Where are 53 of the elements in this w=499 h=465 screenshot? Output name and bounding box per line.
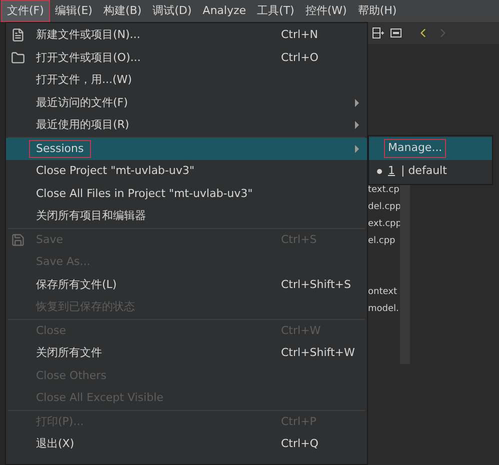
menu-bar-item[interactable]: 工具(T)	[252, 1, 300, 21]
file-name[interactable]: text.cp	[368, 182, 400, 199]
menu-item-label: 关闭所有项目和编辑器	[35, 208, 147, 224]
menu-bar-item[interactable]: 文件(F)	[2, 1, 49, 21]
menu-item-label: 关闭所有文件	[35, 345, 103, 361]
menu-item-label: 新建文件或项目(N)...	[35, 27, 142, 43]
shortcut-label: Ctrl+Shift+W	[281, 345, 356, 361]
menu-item-label: 退出(X)	[35, 436, 76, 452]
folder-icon	[11, 50, 25, 65]
menu-item-label: 打开文件，用...(W)	[35, 72, 133, 88]
menu-item[interactable]: Close Project "mt-uvlab-uv3"	[6, 160, 367, 182]
menu-item[interactable]: 新建文件或项目(N)... Ctrl+N	[6, 24, 367, 46]
menu-item[interactable]: 打开文件，用...(W)	[6, 69, 367, 92]
menu-item[interactable]: 最近使用的项目(R)	[6, 114, 367, 136]
shortcut-label: Ctrl+Q	[281, 436, 320, 452]
menu-item-label: 最近使用的项目(R)	[35, 117, 130, 133]
menu-item-label: Close All Files in Project "mt-uvlab-uv3"	[35, 186, 254, 202]
menu-item[interactable]: 保存所有文件(L) Ctrl+Shift+S	[6, 274, 367, 296]
shortcut-label: Ctrl+O	[281, 50, 320, 66]
shortcut-label: Ctrl+Shift+S	[281, 276, 352, 292]
window-icon[interactable]	[390, 27, 402, 39]
menu-item[interactable]: 最近访问的文件(F)	[6, 92, 367, 114]
menu-item[interactable]: Sessions	[6, 138, 367, 160]
file-name[interactable]: el.cpp	[368, 233, 396, 250]
submenu-item[interactable]: 1 | default	[369, 160, 492, 183]
file-name[interactable]: model.	[368, 301, 399, 318]
menu-item-label: Sessions	[30, 140, 90, 157]
menu-item[interactable]: 关闭所有文件 Ctrl+Shift+W	[6, 342, 367, 364]
menu-item[interactable]: 打开文件或项目(O)... Ctrl+O	[6, 46, 367, 69]
file-name[interactable]: del.cpp	[368, 199, 401, 216]
submenu-item-label: | default	[400, 163, 448, 180]
menu-item-label: 打开文件或项目(O)...	[35, 50, 142, 66]
menu-item[interactable]: 退出(X) Ctrl+Q	[6, 433, 367, 456]
menu-bar-item[interactable]: Analyze	[198, 1, 252, 21]
menu-bar-item[interactable]: 帮助(H)	[352, 1, 402, 21]
save-icon	[11, 232, 25, 247]
menu-bar-item[interactable]: 控件(W)	[300, 1, 352, 21]
menu-item-label: 保存所有文件(L)	[35, 276, 118, 292]
shortcut-label: Ctrl+N	[281, 27, 320, 43]
submenu-item[interactable]: Manage...	[369, 137, 492, 160]
menu-bar-item[interactable]: 调试(D)	[148, 1, 197, 21]
bullet-icon	[376, 169, 382, 174]
split-icon[interactable]	[372, 27, 384, 39]
menu-item[interactable]: 关闭所有项目和编辑器	[6, 205, 367, 228]
menu-bar-item[interactable]: 构建(B)	[98, 1, 147, 21]
session-number: 1	[387, 163, 396, 180]
menu-item-label: Close Project "mt-uvlab-uv3"	[35, 163, 196, 179]
file-icon	[11, 28, 25, 42]
menu-item[interactable]: Close All Files in Project "mt-uvlab-uv3"	[6, 182, 367, 205]
file-name[interactable]: ontext	[368, 284, 397, 301]
submenu-item-label: Manage...	[385, 140, 446, 157]
menu-bar-item[interactable]: 编辑(E)	[50, 1, 98, 21]
menu-item-label: 最近访问的文件(F)	[35, 94, 129, 110]
